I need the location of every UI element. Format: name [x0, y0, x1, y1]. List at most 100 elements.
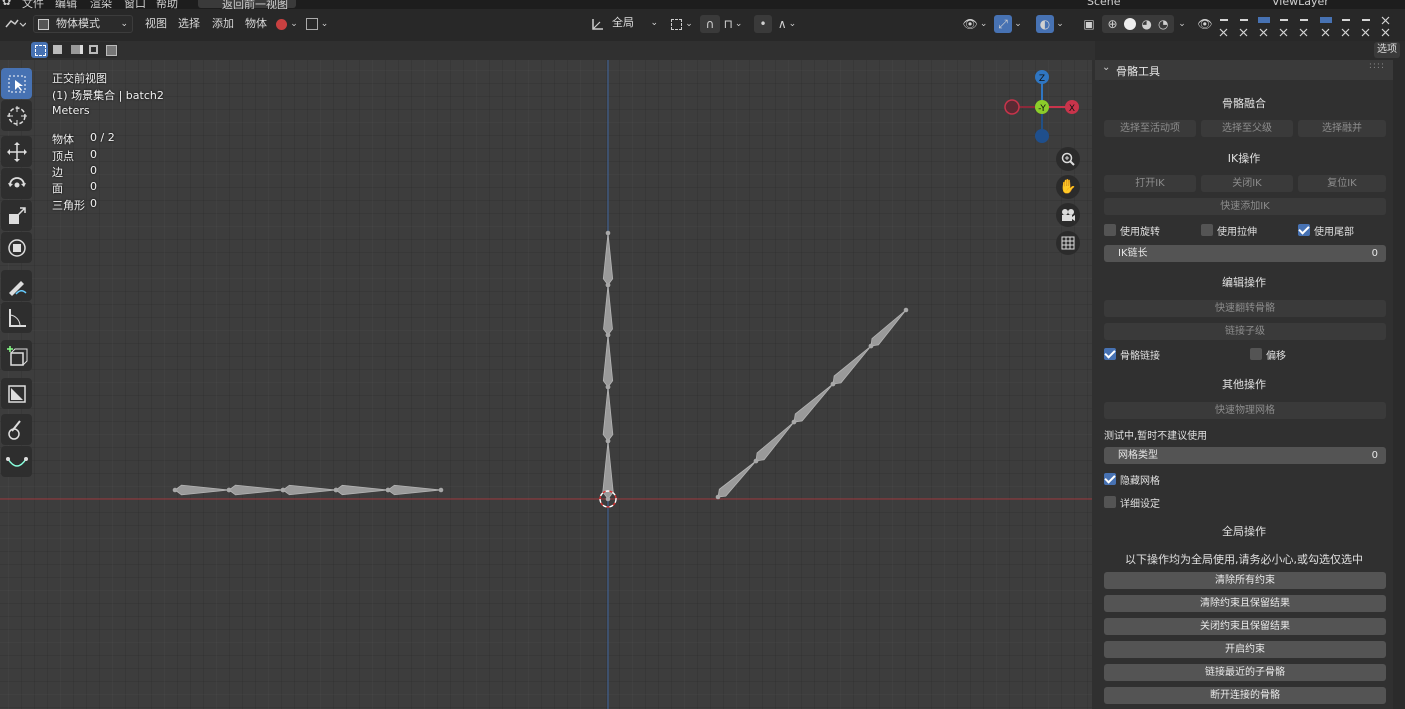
pan-hand-icon[interactable]: ✋: [1056, 175, 1080, 199]
select-invert-icon[interactable]: [85, 42, 102, 58]
scene-canvas[interactable]: [0, 60, 1092, 709]
ik-chain-length-field[interactable]: IK链长 0: [1104, 245, 1386, 262]
checkbox-label: 使用尾部: [1314, 227, 1354, 238]
stat-label: 边: [52, 166, 63, 179]
stat-label: 顶点: [52, 150, 74, 163]
quick-physics-mesh-button[interactable]: 快速物理网格: [1104, 402, 1386, 419]
select-intersect-icon[interactable]: [102, 42, 118, 58]
zoom-icon[interactable]: [1056, 147, 1080, 171]
link-nearest-child-bone-button[interactable]: 链接最近的子骨骼: [1104, 664, 1386, 681]
link-children-button[interactable]: 链接子级: [1104, 323, 1386, 340]
rotate-tool-icon[interactable]: [1, 168, 32, 199]
select-box-tool-icon[interactable]: [1, 68, 32, 99]
select-to-parent-button[interactable]: 选择至父级: [1201, 120, 1293, 137]
curve-tool-icon[interactable]: [1, 446, 32, 477]
stat-value: 0: [90, 180, 97, 193]
chevron-down-icon[interactable]: ⌄: [1102, 62, 1110, 73]
modifier-tool-icon[interactable]: [1, 378, 32, 409]
close-ik-button[interactable]: 关闭IK: [1201, 175, 1293, 192]
sidebar-scrollbar[interactable]: [1397, 60, 1405, 709]
detailed-settings-checkbox[interactable]: [1104, 496, 1116, 508]
bone: [602, 232, 614, 286]
solid-shading-icon[interactable]: [1123, 18, 1136, 30]
options-button[interactable]: 选项: [1374, 42, 1400, 58]
visibility-eye-icon[interactable]: 👁 ⌄: [960, 16, 990, 32]
material-shading-icon[interactable]: ◕: [1142, 17, 1152, 31]
eye-toggle-icon[interactable]: 👁: [1196, 15, 1214, 33]
back-to-previous-button[interactable]: 返回前一视图: [198, 0, 296, 9]
bone: [228, 484, 284, 496]
select-subtract-icon[interactable]: [67, 42, 84, 58]
menu-help[interactable]: 帮助: [156, 0, 178, 9]
open-ik-button[interactable]: 打开IK: [1104, 175, 1196, 192]
menu-window[interactable]: 窗口: [124, 0, 146, 9]
pivot-point-icon[interactable]: ⌄: [668, 16, 696, 32]
move-tool-icon[interactable]: [1, 136, 32, 167]
camera-icon[interactable]: [1056, 203, 1080, 227]
chevron-down-icon[interactable]: ⌄: [1054, 16, 1066, 32]
navigation-gizmo[interactable]: Z X -Y: [1000, 66, 1090, 146]
add-cube-tool-icon[interactable]: [1, 340, 32, 371]
mode-dropdown[interactable]: 物体模式 ⌄: [33, 15, 133, 33]
blender-logo-icon[interactable]: ✿: [2, 0, 11, 8]
offset-checkbox[interactable]: [1250, 348, 1262, 360]
stat-value: 0: [90, 164, 97, 177]
menu-add[interactable]: 添加: [212, 15, 234, 33]
gizmo-toggle-icon[interactable]: ⤢: [994, 15, 1012, 33]
select-dissolve-button[interactable]: 选择融并: [1298, 120, 1386, 137]
transform-tool-icon[interactable]: [1, 232, 32, 263]
select-new-icon[interactable]: [31, 42, 48, 58]
menu-file[interactable]: 文件: [22, 0, 44, 9]
use-stretch-checkbox[interactable]: [1201, 224, 1213, 236]
cursor-tool-icon[interactable]: [1, 100, 32, 131]
chevron-down-icon[interactable]: ⌄: [1012, 16, 1024, 32]
units-info: Meters: [52, 104, 90, 117]
editor-type-icon[interactable]: [2, 15, 28, 33]
disable-constraints-keep-result-button[interactable]: 关闭约束且保留结果: [1104, 618, 1386, 635]
proportional-falloff-icon[interactable]: ∧ ⌄: [774, 16, 800, 32]
mesh-type-field[interactable]: 网格类型 0: [1104, 447, 1386, 464]
bone-joint: [172, 487, 178, 493]
drag-handle-icon[interactable]: ::::: [1369, 61, 1385, 71]
annotate-tool-icon[interactable]: [1, 270, 32, 301]
hide-mesh-checkbox[interactable]: [1104, 473, 1116, 485]
quick-flip-bones-button[interactable]: 快速翻转骨骼: [1104, 300, 1386, 317]
select-to-active-button[interactable]: 选择至活动项: [1104, 120, 1196, 137]
quick-add-ik-button[interactable]: 快速添加IK: [1104, 198, 1386, 215]
view-layer-name[interactable]: ViewLayer: [1272, 0, 1329, 8]
clear-all-constraints-button[interactable]: 清除所有约束: [1104, 572, 1386, 589]
bone-link-checkbox[interactable]: [1104, 348, 1116, 360]
gizmo-x-label: X: [1069, 104, 1075, 114]
wireframe-shading-icon[interactable]: ⊕: [1107, 17, 1117, 31]
bone-joint: [280, 487, 286, 493]
measure-tool-icon[interactable]: [1, 302, 32, 333]
proportional-editing-icon[interactable]: •: [754, 15, 772, 33]
object-type-visibility-icon[interactable]: ⌄: [273, 16, 301, 32]
snap-target-icon[interactable]: ⊓ ⌄: [720, 16, 746, 32]
menu-view[interactable]: 视图: [145, 15, 167, 33]
menu-object[interactable]: 物体: [245, 15, 267, 33]
scene-name[interactable]: Scene: [1087, 0, 1121, 8]
menu-render[interactable]: 渲染: [90, 0, 112, 9]
transform-orientation-dropdown[interactable]: 全局 ⌄: [606, 15, 662, 33]
clear-constraints-keep-result-button[interactable]: 清除约束且保留结果: [1104, 595, 1386, 612]
ortho-grid-icon[interactable]: [1056, 231, 1080, 255]
scale-tool-icon[interactable]: [1, 200, 32, 231]
disconnect-bones-button[interactable]: 断开连接的骨骼: [1104, 687, 1386, 704]
panel-header[interactable]: ⌄ 骨骼工具 ::::: [1095, 60, 1393, 80]
viewport-shading-extra-icon[interactable]: ⌄: [303, 16, 331, 32]
overlays-toggle-icon[interactable]: ◐: [1036, 15, 1054, 33]
menu-edit[interactable]: 编辑: [55, 0, 77, 9]
rendered-shading-icon[interactable]: ◔: [1158, 17, 1168, 31]
use-tail-checkbox[interactable]: [1298, 224, 1310, 236]
reset-ik-button[interactable]: 复位IK: [1298, 175, 1386, 192]
use-rotation-checkbox[interactable]: [1104, 224, 1116, 236]
chevron-down-icon[interactable]: ⌄: [1176, 16, 1188, 32]
sculpt-brush-tool-icon[interactable]: [1, 414, 32, 445]
xray-toggle-icon[interactable]: ▣: [1080, 15, 1098, 33]
viewport-header: 物体模式 ⌄ 视图 选择 添加 物体 ⌄ ⌄ 全局 ⌄ ⌄ ∩ ⊓ ⌄ • ∧ ⌄ …: [0, 9, 1405, 41]
snap-icon[interactable]: ∩: [700, 15, 720, 33]
menu-select[interactable]: 选择: [178, 15, 200, 33]
select-extend-icon[interactable]: [49, 42, 66, 58]
enable-constraints-button[interactable]: 开启约束: [1104, 641, 1386, 658]
